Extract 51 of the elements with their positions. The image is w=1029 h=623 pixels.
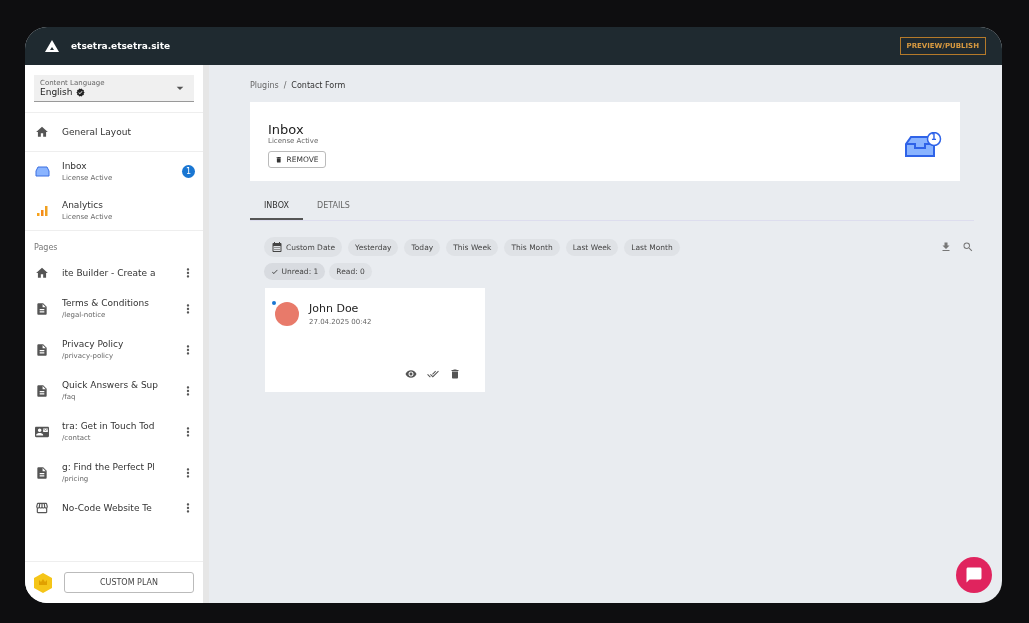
trash-icon (275, 155, 283, 164)
triangle-logo-icon (45, 40, 59, 52)
delete-icon[interactable] (449, 368, 461, 380)
plugin-item[interactable]: General Layout (25, 112, 203, 151)
tab[interactable]: DETAILS (302, 195, 364, 220)
item-title: Analytics (62, 200, 104, 210)
plugin-title: Inbox (268, 122, 304, 137)
download-icon[interactable] (940, 241, 952, 253)
count-badge: 1 (182, 165, 195, 178)
chat-bubble-icon (965, 566, 983, 584)
breadcrumb-separator: / (283, 81, 287, 90)
breadcrumb-link[interactable]: Contact Form (291, 81, 346, 90)
home-icon (34, 266, 50, 280)
section-heading: Pages (25, 230, 203, 258)
avatar (275, 302, 299, 326)
page-item[interactable]: ite Builder - Create a (25, 258, 203, 288)
calendar-icon (271, 241, 283, 253)
bar-chart-icon (34, 205, 50, 216)
page-item[interactable]: No-Code Website Te (25, 493, 203, 523)
double-check-icon[interactable] (427, 368, 439, 380)
home-icon (34, 125, 50, 139)
document-icon (34, 342, 50, 357)
page-title: Terms & Conditions (62, 298, 150, 308)
item-title: General Layout (62, 127, 132, 137)
document-icon (34, 383, 50, 398)
check-icon (271, 267, 279, 276)
count-text: 1 (931, 133, 937, 142)
item-title: Inbox (62, 161, 88, 171)
page-title: tra: Get in Touch Tod (62, 421, 156, 431)
inbox-tray-icon (904, 132, 942, 158)
document-icon (34, 301, 50, 316)
view-icon[interactable] (405, 368, 417, 380)
search-icon[interactable] (962, 241, 974, 253)
document-icon (34, 465, 50, 480)
sender-name: John Doe (309, 302, 360, 315)
verified-icon (75, 87, 85, 97)
crown-hexagon-icon (34, 572, 52, 593)
field-value: English (40, 87, 172, 97)
contact-card-icon (34, 424, 50, 439)
breadcrumb-link[interactable]: Plugins (250, 81, 279, 90)
page-title: Quick Answers & Sup (62, 380, 160, 390)
page-title: No-Code Website Te (62, 503, 153, 513)
chat-button[interactable] (956, 557, 992, 593)
inbox-tray-icon (34, 166, 50, 177)
custom-plan-button[interactable]: CUSTOM PLAN (64, 572, 194, 593)
site-address: etsetra.etsetra.site (71, 41, 172, 51)
page-title: ite Builder - Create a (62, 268, 157, 278)
storefront-icon (34, 501, 50, 515)
tab[interactable]: INBOX (250, 195, 303, 220)
page-title: g: Find the Perfect Pl (62, 462, 156, 472)
page-title: Privacy Policy (62, 339, 125, 349)
